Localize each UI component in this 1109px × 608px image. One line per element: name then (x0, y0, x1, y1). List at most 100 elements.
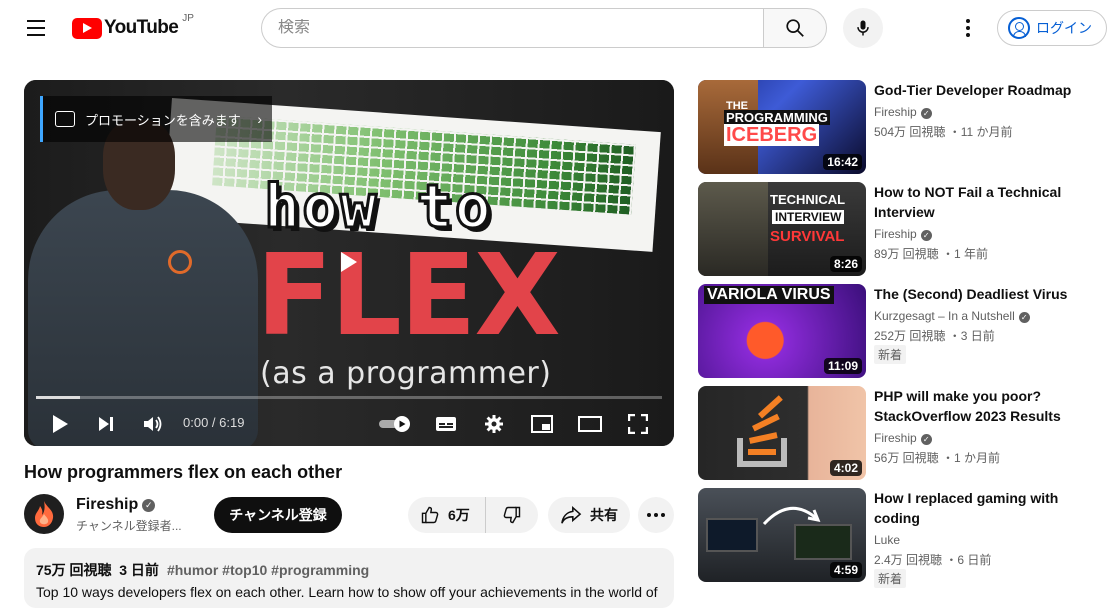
theater-mode-icon (578, 416, 602, 432)
youtube-play-logo-icon (72, 17, 102, 39)
verified-check-icon: ✓ (920, 434, 932, 445)
recommended-title: The (Second) Deadliest Virus (874, 286, 1068, 302)
view-count: 75万 回視聴 (36, 562, 112, 578)
fire-icon (35, 501, 54, 527)
thumbnail-text-flex: FLEX (256, 231, 561, 361)
recommended-channel: Fireship ✓ (874, 105, 932, 119)
autoplay-toggle-icon (379, 416, 410, 432)
video-owner-row: Fireship ✓ チャンネル登録者... チャンネル登録 6万 共有 (24, 494, 674, 536)
duration-badge: 8:26 (829, 256, 862, 272)
recommended-video[interactable]: TECHNICAL INTERVIEW SURVIVAL 8:26 How to… (698, 182, 1108, 276)
recommended-video[interactable]: 4:02 PHP will make you poor? StackOverfl… (698, 386, 1108, 480)
promotion-icon (55, 111, 75, 127)
channel-avatar[interactable] (24, 494, 64, 534)
thumbnail-text-as-programmer: (as a programmer) (260, 356, 552, 391)
like-button[interactable]: 6万 (408, 497, 486, 533)
settings-button[interactable] (482, 410, 506, 438)
dislike-button[interactable] (486, 497, 538, 533)
recommended-title: God-Tier Developer Roadmap (874, 82, 1072, 98)
subscriber-count: チャンネル登録者... (76, 519, 182, 533)
search-icon (786, 19, 804, 37)
verified-check-icon: ✓ (920, 108, 932, 119)
recommended-video[interactable]: VARIOLA VIRUS 11:09 The (Second) Deadlie… (698, 284, 1108, 378)
video-title: How programmers flex on each other (24, 462, 343, 482)
video-thumbnail[interactable]: 4:59 (698, 488, 866, 582)
video-player[interactable]: how to FLEX (as a programmer) プロモーションを含み… (24, 80, 674, 446)
description-text: Top 10 ways developers flex on each othe… (36, 584, 658, 600)
video-thumbnail[interactable]: THE PROGRAMMING ICEBERG 16:42 (698, 80, 866, 174)
recommended-channel: Luke (874, 533, 901, 547)
promotion-label: プロモーションを含みます (85, 112, 241, 128)
recommended-meta: 2.4万 回視聴 ・6 日前 (874, 553, 992, 567)
recommended-meta: 56万 回視聴 ・1 か月前 (874, 451, 1001, 465)
autoplay-toggle[interactable] (378, 410, 412, 438)
verified-check-icon: ✓ (142, 499, 156, 512)
like-dislike-group: 6万 (408, 497, 538, 533)
player-controls: 0:00 / 6:19 (24, 402, 674, 446)
theater-mode-button[interactable] (577, 410, 603, 438)
volume-icon (144, 416, 162, 432)
logo-text: YouTube (104, 17, 179, 38)
recommended-meta: 504万 回視聴 ・11 か月前 (874, 125, 1013, 139)
recommended-title: How I replaced gaming with coding (874, 490, 1059, 526)
more-actions-button[interactable] (638, 497, 674, 533)
fullscreen-icon (628, 414, 648, 434)
description-meta: 75万 回視聴 3 日前 #humor #top10 #programming (36, 560, 662, 580)
search-button[interactable] (763, 8, 827, 48)
progress-bar[interactable] (36, 396, 662, 399)
video-thumbnail[interactable]: VARIOLA VIRUS 11:09 (698, 284, 866, 378)
subscribe-button[interactable]: チャンネル登録 (214, 497, 342, 533)
subtitles-icon (436, 417, 456, 431)
login-button[interactable]: ログイン (997, 10, 1107, 46)
duration-badge: 4:59 (829, 562, 862, 578)
center-play-icon[interactable] (341, 252, 357, 272)
promotion-notice[interactable]: プロモーションを含みます › (40, 96, 272, 142)
voice-search-button[interactable] (843, 8, 883, 48)
upload-date: 3 日前 (119, 562, 159, 578)
recommended-video[interactable]: THE PROGRAMMING ICEBERG 16:42 God-Tier D… (698, 80, 1108, 174)
gear-icon (485, 415, 503, 433)
description-box[interactable]: 75万 回視聴 3 日前 #humor #top10 #programming T… (24, 548, 674, 608)
new-badge: 新着 (874, 345, 907, 364)
next-button[interactable] (94, 410, 118, 438)
channel-name[interactable]: Fireship ✓ (76, 496, 156, 514)
video-thumbnail[interactable]: TECHNICAL INTERVIEW SURVIVAL 8:26 (698, 182, 866, 276)
like-count: 6万 (448, 507, 470, 523)
play-button[interactable] (48, 410, 72, 438)
duration-badge: 4:02 (829, 460, 862, 476)
recommended-meta: 89万 回視聴 ・1 年前 (874, 247, 989, 261)
settings-more-icon[interactable] (956, 16, 980, 40)
new-badge: 新着 (874, 569, 907, 588)
recommended-channel: Fireship ✓ (874, 227, 932, 241)
subtitles-button[interactable] (434, 410, 458, 438)
time-display: 0:00 / 6:19 (183, 415, 245, 430)
fullscreen-button[interactable] (626, 410, 650, 438)
microphone-icon (857, 20, 869, 36)
video-thumbnail[interactable]: 4:02 (698, 386, 866, 480)
progress-fill (36, 396, 80, 399)
miniplayer-icon (531, 415, 553, 433)
thumbs-down-icon (503, 506, 521, 524)
verified-check-icon: ✓ (1018, 312, 1030, 323)
recommended-title: PHP will make you poor? StackOverflow 20… (874, 388, 1061, 424)
share-icon (561, 506, 582, 524)
rust-logo-icon (168, 250, 192, 274)
play-icon (53, 415, 68, 433)
hashtags[interactable]: #humor #top10 #programming (167, 562, 369, 578)
recommended-video[interactable]: 4:59 How I replaced gaming with coding L… (698, 488, 1108, 588)
share-label: 共有 (590, 507, 618, 523)
search-input[interactable] (278, 19, 747, 37)
thumbs-up-icon (421, 506, 439, 524)
youtube-logo[interactable]: YouTube JP (72, 12, 194, 40)
search-box (261, 8, 763, 48)
country-code: JP (182, 12, 194, 24)
arrow-icon (762, 506, 821, 526)
volume-button[interactable] (141, 410, 165, 438)
share-button[interactable]: 共有 (548, 497, 630, 533)
top-bar: YouTube JP ログイン (0, 0, 1109, 56)
miniplayer-button[interactable] (530, 410, 554, 438)
login-label: ログイン (1036, 20, 1092, 36)
menu-icon[interactable] (24, 16, 48, 40)
duration-badge: 16:42 (823, 154, 862, 170)
recommended-title: How to NOT Fail a Technical Interview (874, 184, 1062, 220)
